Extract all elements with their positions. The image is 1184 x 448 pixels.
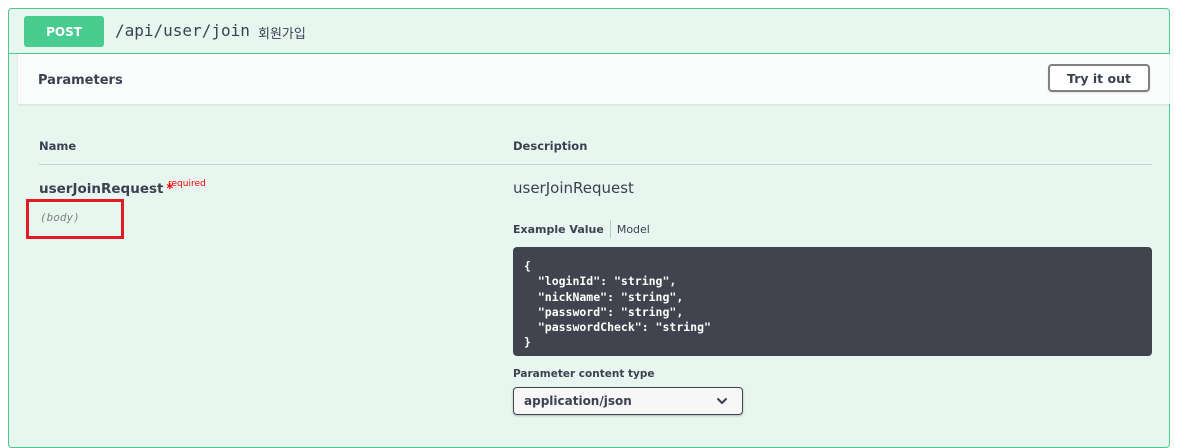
- operation-summary[interactable]: POST /api/user/join 회원가입: [9, 9, 1169, 54]
- parameter-description: userJoinRequest: [513, 179, 634, 197]
- parameters-title: Parameters: [38, 73, 123, 88]
- endpoint-path: /api/user/join: [115, 21, 250, 40]
- content-type-label: Parameter content type: [513, 368, 655, 380]
- tab-model[interactable]: Model: [617, 223, 650, 236]
- parameters-header: Parameters Try it out: [18, 54, 1171, 104]
- example-code-block[interactable]: { "loginId": "string", "nickName": "stri…: [513, 247, 1152, 356]
- method-badge: POST: [24, 16, 104, 47]
- name-column-header: Name: [39, 139, 77, 153]
- highlight-box: [26, 199, 124, 239]
- content-type-value: application/json: [524, 394, 632, 408]
- description-column-header: Description: [513, 139, 588, 153]
- required-label: required: [168, 179, 206, 189]
- operation-description: 회원가입: [258, 26, 306, 41]
- parameter-name-text: userJoinRequest: [39, 181, 164, 197]
- operation-block: POST /api/user/join 회원가입 Parameters Try …: [8, 8, 1171, 448]
- content-type-select[interactable]: application/json: [513, 387, 743, 415]
- chevron-down-icon: [716, 395, 728, 410]
- parameter-name: userJoinRequest *: [39, 181, 173, 197]
- try-it-out-button[interactable]: Try it out: [1048, 64, 1150, 92]
- example-tabs: Example Value Model: [513, 220, 650, 238]
- header-divider: [39, 164, 1152, 165]
- tab-example-value[interactable]: Example Value: [513, 223, 604, 236]
- tab-divider: [609, 220, 611, 238]
